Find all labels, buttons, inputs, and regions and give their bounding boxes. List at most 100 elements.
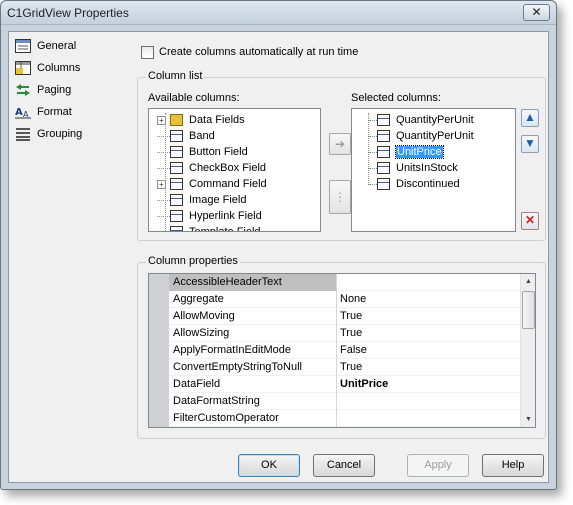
property-value[interactable]: None (340, 293, 366, 305)
hyperlink-field-icon (170, 210, 183, 222)
bound-field-icon (377, 146, 390, 158)
available-column-item[interactable]: Band (157, 128, 215, 144)
auto-columns-label: Create columns automatically at run time (159, 46, 359, 58)
expand-icon[interactable]: + (157, 179, 166, 189)
add-to-band-button[interactable]: ⋮ (329, 180, 351, 214)
property-value[interactable]: True (340, 310, 362, 322)
nav-label: Columns (37, 62, 81, 74)
selected-column-label: Discontinued (396, 178, 460, 190)
title-bar[interactable]: C1GridView Properties ✕ (1, 1, 556, 25)
nav-label: Format (37, 106, 72, 118)
expand-icon[interactable]: + (157, 115, 166, 125)
selected-column-item[interactable]: UnitPrice (369, 144, 444, 160)
column-separator (336, 359, 337, 376)
selected-column-label: QuantityPerUnit (396, 130, 474, 142)
property-row[interactable]: DataFormatString (149, 393, 520, 410)
selected-columns-label: Selected columns: (351, 92, 441, 104)
nav-item-format[interactable]: AA Format (15, 103, 127, 121)
available-column-label: CheckBox Field (189, 162, 267, 174)
property-value[interactable]: False (340, 344, 367, 356)
command-field-icon (170, 178, 183, 190)
row-gutter (149, 410, 169, 427)
format-icon: AA (15, 105, 31, 119)
add-column-button[interactable]: ➔ (329, 133, 351, 155)
row-gutter (149, 308, 169, 325)
property-name: DataFormatString (173, 395, 260, 407)
general-icon (15, 39, 31, 53)
available-column-label: Band (189, 130, 215, 142)
scroll-down-icon[interactable]: ▼ (522, 413, 535, 426)
columns-page: Create columns automatically at run time… (137, 37, 547, 439)
property-row[interactable]: AllowSizing True (149, 325, 520, 342)
band-icon (170, 130, 183, 142)
available-column-item[interactable]: + Command Field (157, 176, 267, 192)
delete-column-button[interactable]: ✕ (521, 212, 539, 230)
column-separator (336, 274, 337, 291)
available-column-item[interactable]: Button Field (157, 144, 248, 160)
selected-column-item[interactable]: QuantityPerUnit (369, 112, 474, 128)
available-column-label: Hyperlink Field (189, 210, 262, 222)
selected-column-item[interactable]: QuantityPerUnit (369, 128, 474, 144)
band-tree-icon: ⋮ (334, 190, 346, 204)
available-columns-label: Available columns: (148, 92, 240, 104)
column-separator (336, 308, 337, 325)
property-row[interactable]: FilterCustomOperator (149, 410, 520, 427)
nav-item-columns[interactable]: Columns (15, 59, 127, 77)
ok-button[interactable]: OK (238, 454, 300, 477)
properties-dialog: C1GridView Properties ✕ General Columns (0, 0, 557, 490)
close-button[interactable]: ✕ (523, 4, 550, 21)
close-icon: ✕ (531, 5, 542, 19)
available-column-item[interactable]: CheckBox Field (157, 160, 266, 176)
nav-item-general[interactable]: General (15, 37, 127, 55)
bound-field-icon (377, 130, 390, 142)
selected-column-item[interactable]: UnitsInStock (369, 160, 458, 176)
property-row[interactable]: Aggregate None (149, 291, 520, 308)
property-row[interactable]: AllowMoving True (149, 308, 520, 325)
available-column-item[interactable]: Template Field (157, 224, 261, 231)
move-down-button[interactable]: ▼ (521, 135, 539, 153)
scroll-up-icon[interactable]: ▲ (522, 275, 535, 288)
paging-icon (15, 83, 31, 97)
property-row[interactable]: ConvertEmptyStringToNull True (149, 359, 520, 376)
column-list-group-label: Column list (146, 70, 205, 82)
available-column-item[interactable]: + Data Fields (157, 112, 245, 128)
bound-field-icon (377, 162, 390, 174)
button-field-icon (170, 146, 183, 158)
property-row[interactable]: DataField UnitPrice (149, 376, 520, 393)
property-row[interactable]: ApplyFormatInEditMode False (149, 342, 520, 359)
tree-connector (369, 151, 377, 153)
property-grid[interactable]: AccessibleHeaderText Aggregate None AllowMo… (148, 273, 536, 428)
available-columns-tree[interactable]: + Data Fields Band Button Field CheckBox Fie… (148, 108, 321, 232)
available-column-label: Image Field (189, 194, 247, 206)
column-separator (336, 393, 337, 410)
move-up-button[interactable]: ▲ (521, 109, 539, 127)
apply-button[interactable]: Apply (407, 454, 469, 477)
property-value[interactable]: True (340, 327, 362, 339)
arrow-up-icon: ▲ (524, 110, 536, 124)
scroll-thumb[interactable] (522, 291, 535, 329)
nav-item-grouping[interactable]: Grouping (15, 125, 127, 143)
column-separator (336, 342, 337, 359)
cancel-button[interactable]: Cancel (313, 454, 375, 477)
checkbox-field-icon (170, 162, 183, 174)
auto-columns-checkbox[interactable] (141, 46, 154, 59)
property-value[interactable]: UnitPrice (340, 378, 388, 390)
bound-field-icon (377, 178, 390, 190)
row-gutter (149, 325, 169, 342)
help-button[interactable]: Help (482, 454, 544, 477)
nav-label: Paging (37, 84, 72, 96)
row-gutter (149, 274, 169, 291)
property-grid-scrollbar[interactable]: ▲ ▼ (520, 274, 535, 427)
row-gutter (149, 342, 169, 359)
property-name: AccessibleHeaderText (173, 276, 282, 288)
selected-column-item[interactable]: Discontinued (369, 176, 460, 192)
selected-column-label: QuantityPerUnit (396, 114, 474, 126)
property-row[interactable]: AccessibleHeaderText (149, 274, 520, 291)
available-column-item[interactable]: Image Field (157, 192, 246, 208)
selected-columns-tree[interactable]: QuantityPerUnit QuantityPerUnit UnitPrice U… (351, 108, 516, 232)
available-column-item[interactable]: Hyperlink Field (157, 208, 262, 224)
property-value[interactable]: True (340, 361, 362, 373)
row-gutter (149, 393, 169, 410)
nav-item-paging[interactable]: Paging (15, 81, 127, 99)
arrow-down-icon: ▼ (524, 136, 536, 150)
